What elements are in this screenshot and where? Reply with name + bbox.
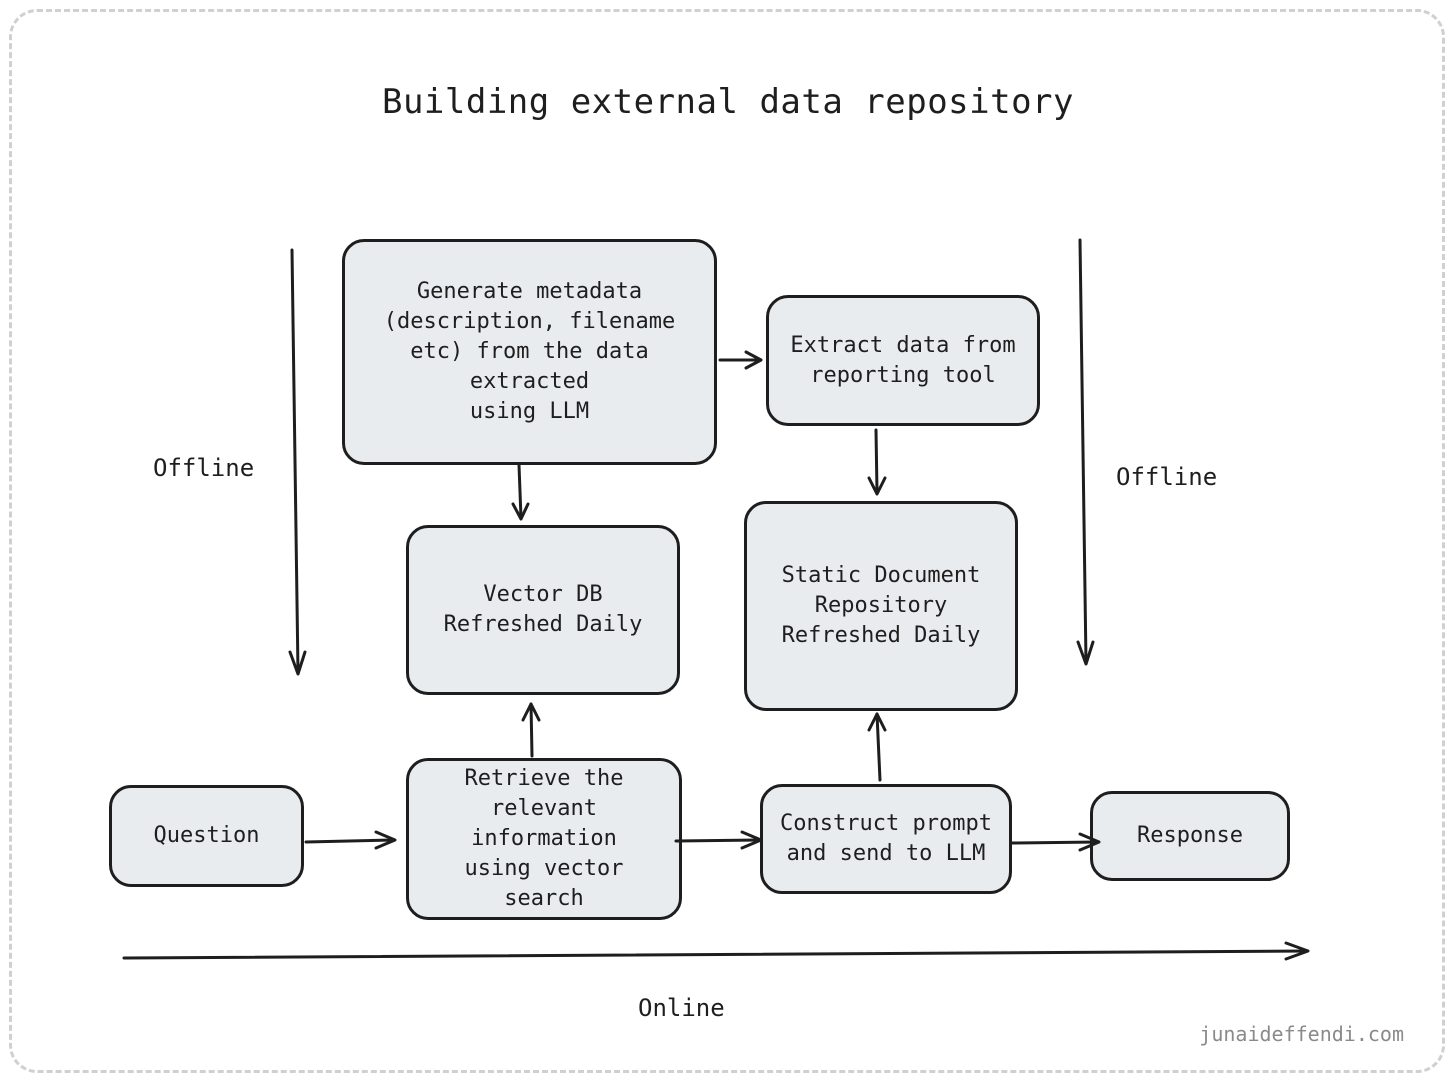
- node-extract-data: Extract data from reporting tool: [766, 295, 1040, 426]
- diagram-frame: [9, 9, 1445, 1073]
- node-vector-db: Vector DB Refreshed Daily: [406, 525, 680, 695]
- label-offline-right: Offline: [1116, 463, 1218, 491]
- diagram-title: Building external data repository: [381, 82, 1074, 122]
- node-construct-prompt: Construct prompt and send to LLM: [760, 784, 1012, 894]
- node-response: Response: [1090, 791, 1290, 881]
- node-generate-metadata: Generate metadata (description, filename…: [342, 239, 717, 465]
- label-offline-left: Offline: [153, 454, 255, 482]
- node-static-repository: Static Document Repository Refreshed Dai…: [744, 501, 1018, 711]
- watermark: junaideffendi.com: [1199, 1022, 1404, 1046]
- node-question: Question: [109, 785, 304, 887]
- label-online: Online: [638, 994, 725, 1022]
- node-retrieve: Retrieve the relevant information using …: [406, 758, 682, 920]
